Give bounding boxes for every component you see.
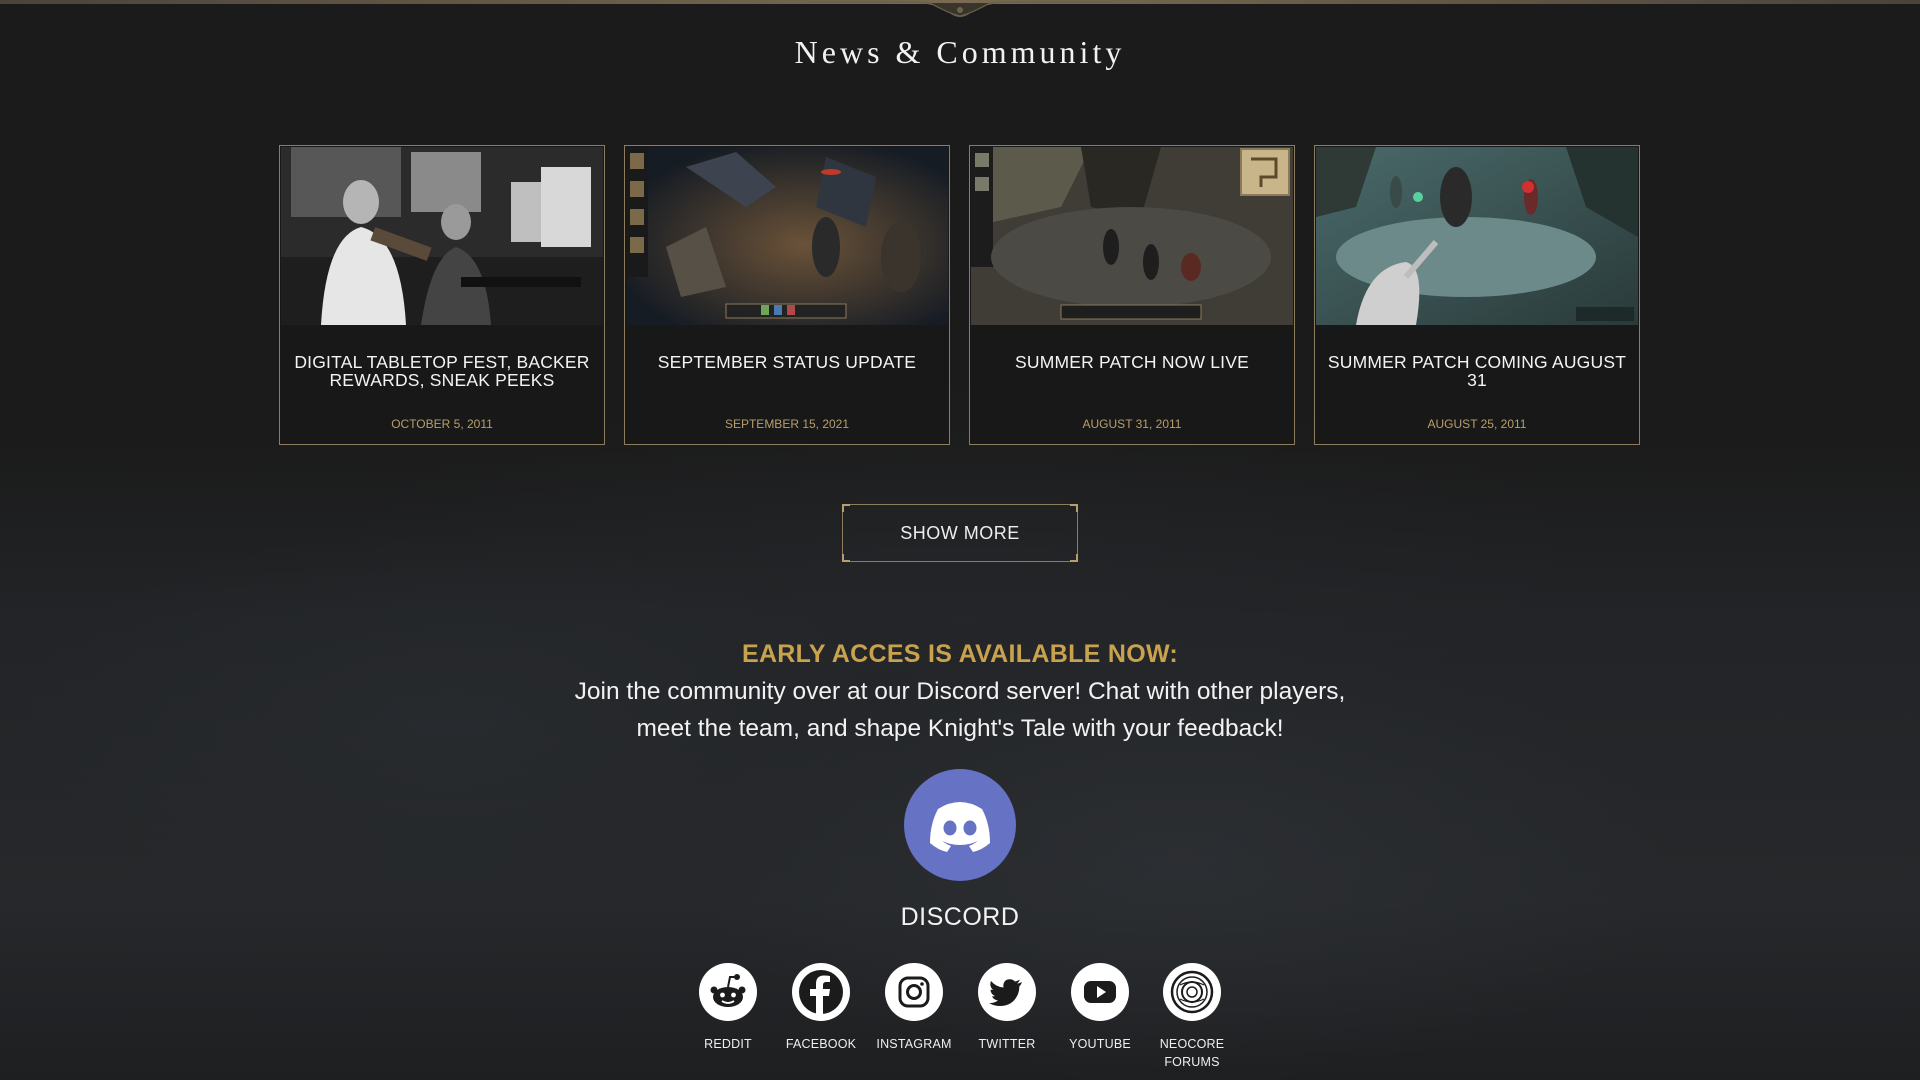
news-card-title: DIGITAL TABLETOP FEST, BACKER REWARDS, S… — [294, 352, 590, 390]
news-card-image — [1316, 147, 1638, 325]
early-access-headline: EARLY ACCES IS AVAILABLE NOW: — [741, 640, 1179, 668]
news-card[interactable]: DIGITAL TABLETOP FEST, BACKER REWARDS, S… — [279, 145, 605, 445]
news-card-date: SEPTEMBER 15, 2021 — [724, 417, 850, 431]
facebook-icon — [792, 963, 850, 1021]
show-more-label: SHOW MORE — [900, 522, 1020, 543]
corner-ornament — [842, 554, 850, 562]
reddit-icon — [699, 963, 757, 1021]
news-card-date: OCTOBER 5, 2011 — [391, 417, 493, 431]
discord-label: DISCORD — [900, 903, 1020, 931]
news-card[interactable]: SEPTEMBER STATUS UPDATE SEPTEMBER 15, 20… — [624, 145, 950, 445]
show-more-button[interactable]: SHOW MORE — [842, 504, 1078, 562]
twitter-icon — [978, 963, 1036, 1021]
community-description-line: meet the team, and shape Knight's Tale w… — [636, 715, 1284, 742]
section-title: News & Community — [794, 34, 1126, 70]
news-card-image — [626, 147, 948, 325]
youtube-icon — [1071, 963, 1129, 1021]
news-card[interactable]: SUMMER PATCH NOW LIVE AUGUST 31, 2011 — [969, 145, 1295, 445]
corner-ornament — [842, 504, 850, 512]
neocore-forums-icon — [1163, 963, 1221, 1021]
news-card-title: SUMMER PATCH NOW LIVE — [1015, 352, 1249, 372]
news-card-date: AUGUST 25, 2011 — [1427, 417, 1527, 431]
news-card-image — [281, 147, 603, 325]
news-card-title: SUMMER PATCH COMING AUGUST 31 — [1327, 352, 1627, 390]
instagram-icon — [885, 963, 943, 1021]
news-cards: DIGITAL TABLETOP FEST, BACKER REWARDS, S… — [279, 145, 1642, 447]
news-card-title: SEPTEMBER STATUS UPDATE — [657, 352, 917, 372]
community-description-line: Join the community over at our Discord s… — [574, 678, 1346, 705]
corner-ornament — [1070, 554, 1078, 562]
social-label: NEOCORE FORUMS — [1159, 1037, 1225, 1069]
top-ornament-icon — [810, 0, 1110, 17]
social-link-neocore-forums[interactable]: NEOCORE FORUMS — [1137, 963, 1247, 1071]
news-card-image — [971, 147, 1293, 325]
discord-icon — [930, 802, 990, 852]
news-card[interactable]: SUMMER PATCH COMING AUGUST 31 AUGUST 25,… — [1314, 145, 1640, 445]
corner-ornament — [1070, 504, 1078, 512]
social-links: REDDIT FACEBOOK INSTAGRAM TWITTER YOUTUB… — [0, 963, 1920, 1073]
discord-button[interactable] — [904, 769, 1016, 881]
community-description: Join the community over at our Discord s… — [460, 673, 1460, 747]
news-card-date: AUGUST 31, 2011 — [1082, 417, 1182, 431]
